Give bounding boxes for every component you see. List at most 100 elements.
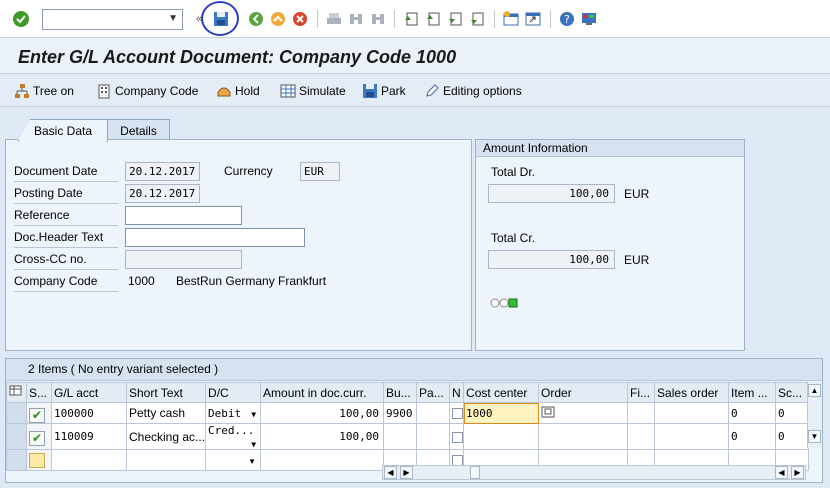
total-dr-currency: EUR [624,187,650,201]
col-short-text[interactable]: Short Text [125,382,207,403]
col-bu[interactable]: Bu... [383,382,418,403]
company-code-field-label: Company Code [14,274,98,288]
reference-field[interactable] [125,206,242,225]
horizontal-scrollbar[interactable]: ◀ ▶ ◀ ▶ [382,465,806,480]
chevron-down-icon[interactable]: ▼ [168,13,178,24]
bu-cell[interactable] [383,423,418,450]
dc-cell[interactable]: Cred... ▼ [205,423,262,450]
checkbox[interactable] [452,431,463,443]
row-selector[interactable] [6,423,27,450]
next-page-icon[interactable] [446,10,464,28]
checkbox[interactable] [452,408,463,419]
scroll-right-icon[interactable]: ▶ [791,466,804,479]
currency-field[interactable]: EUR [300,162,340,181]
col-dc[interactable]: D/C [205,382,262,403]
pa-cell[interactable] [416,402,451,424]
posting-date-field[interactable]: 20.12.2017 [125,184,200,203]
col-fi[interactable]: Fi... [627,382,656,403]
table-settings-icon[interactable] [6,382,27,403]
short-text-cell[interactable] [125,449,207,471]
col-sc[interactable]: Sc... [775,382,810,403]
cost-center-cell[interactable]: 1000 [463,402,540,424]
gl-acct-cell[interactable] [51,449,127,471]
vertical-scrollbar[interactable]: ▲ ▼ [807,382,822,448]
n-cell[interactable] [449,423,465,450]
col-pa[interactable]: Pa... [416,382,451,403]
col-sales-order[interactable]: Sales order [654,382,730,403]
col-status[interactable]: S... [26,382,52,403]
simulate-button[interactable]: Simulate [280,83,346,99]
document-date-field[interactable]: 20.12.2017 [125,162,200,181]
new-session-icon[interactable] [502,10,520,28]
bu-cell[interactable]: 9900 [383,402,418,424]
gl-acct-cell[interactable]: 110009 [51,423,127,450]
sc-cell[interactable]: 0 [775,423,810,450]
value-help-icon[interactable] [541,406,555,421]
n-cell[interactable] [449,402,465,424]
simulate-icon [280,83,296,99]
shortcut-icon[interactable] [524,10,542,28]
item-cell[interactable]: 0 [728,423,777,450]
item-cell[interactable]: 0 [728,402,777,424]
short-text-cell[interactable]: Petty cash [125,402,207,424]
scroll-right-small-icon[interactable]: ▶ [400,466,413,479]
col-cost-center[interactable]: Cost center [463,382,540,403]
table-row: ✔ 100000 Petty cash Debit ▼ 100,00 9900 1… [6,402,810,424]
hold-button[interactable]: Hold [216,83,260,99]
fi-cell[interactable] [627,402,656,424]
dc-cell[interactable]: ▼ [205,449,262,471]
pa-cell[interactable] [416,423,451,450]
first-page-icon[interactable] [402,10,420,28]
chevron-down-icon[interactable]: ▼ [251,440,256,449]
short-text-cell[interactable]: Checking ac... [125,423,207,450]
tab-basic-data[interactable]: Basic Data [18,119,108,142]
find-next-icon[interactable] [369,10,387,28]
cost-center-cell[interactable] [463,423,540,450]
print-icon[interactable] [325,10,343,28]
scroll-left-icon[interactable]: ◀ [384,466,397,479]
help-icon[interactable]: ? [558,10,576,28]
row-selector[interactable] [6,449,27,471]
dc-cell[interactable]: Debit ▼ [205,402,262,424]
back-icon[interactable] [247,10,265,28]
doc-header-text-field[interactable] [125,228,305,247]
editing-options-button[interactable]: Editing options [424,83,522,99]
prev-page-icon[interactable] [424,10,442,28]
col-item[interactable]: Item ... [728,382,777,403]
order-cell[interactable] [538,423,629,450]
command-field[interactable]: ▼ [42,9,183,30]
amount-cell[interactable] [260,449,385,471]
cancel-icon[interactable] [291,10,309,28]
scroll-up-icon[interactable]: ▲ [808,384,821,397]
park-button[interactable]: Park [362,83,406,99]
scroll-left-end-icon[interactable]: ◀ [775,466,788,479]
sales-order-cell[interactable] [654,423,730,450]
col-amount[interactable]: Amount in doc.curr. [260,382,385,403]
col-gl-acct[interactable]: G/L acct [51,382,127,403]
find-icon[interactable] [347,10,365,28]
company-name: BestRun Germany Frankfurt [176,274,327,288]
customize-layout-icon[interactable] [580,10,598,28]
tab-details[interactable]: Details [107,119,170,141]
company-code-button[interactable]: Company Code [96,83,198,99]
dc-value: Cred... [208,424,255,438]
last-page-icon[interactable] [468,10,486,28]
gl-acct-cell[interactable]: 100000 [51,402,127,424]
chevron-down-icon[interactable]: ▼ [251,410,256,419]
chevron-down-icon[interactable]: ▼ [248,457,256,466]
row-selector[interactable] [6,402,27,424]
order-cell[interactable] [538,402,629,424]
scroll-down-icon[interactable]: ▼ [808,430,821,443]
col-order[interactable]: Order [538,382,629,403]
fi-cell[interactable] [627,423,656,450]
tree-on-button[interactable]: Tree on [14,83,74,99]
amount-cell[interactable]: 100,00 [260,423,385,450]
scroll-thumb[interactable] [470,466,480,479]
sales-order-cell[interactable] [654,402,730,424]
check-icon[interactable] [12,10,30,28]
col-n[interactable]: N [449,382,465,403]
amount-cell[interactable]: 100,00 [260,402,385,424]
sc-cell[interactable]: 0 [775,402,810,424]
exit-icon[interactable] [269,10,287,28]
cross-cc-field[interactable] [125,250,242,269]
